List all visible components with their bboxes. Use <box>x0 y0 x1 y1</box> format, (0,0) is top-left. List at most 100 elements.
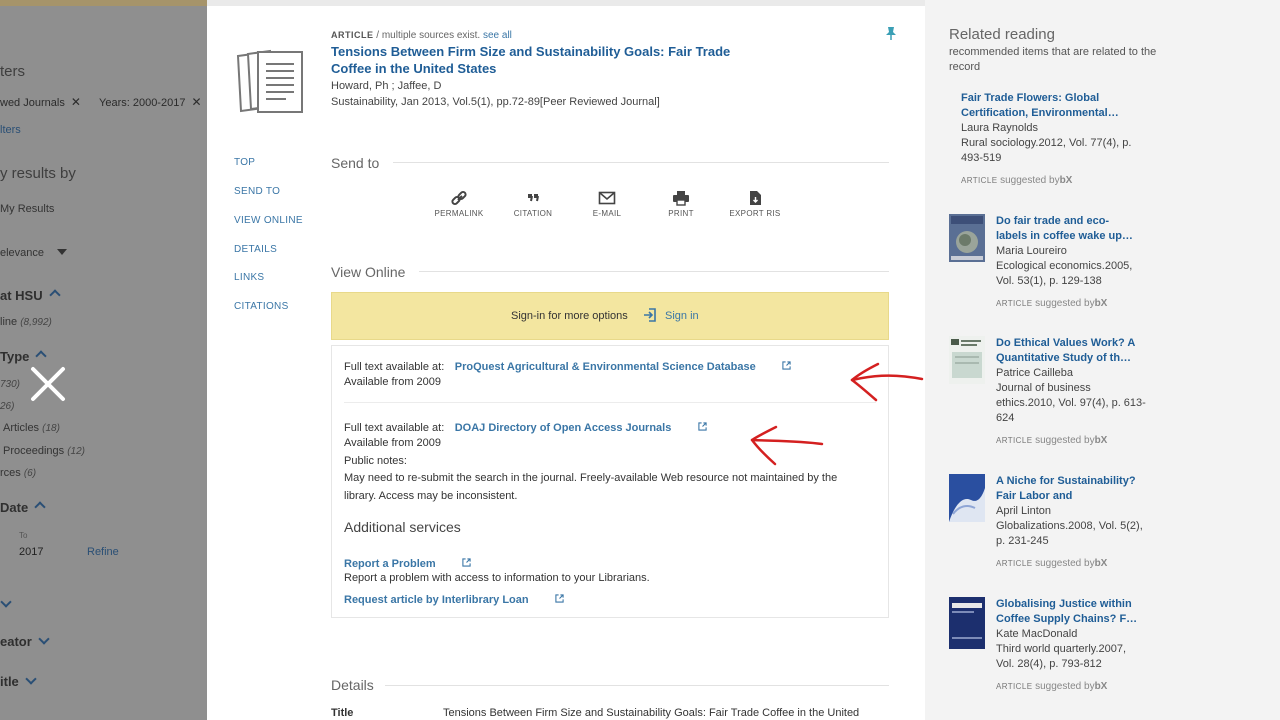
creator-facet-heading[interactable]: eator <box>0 633 50 649</box>
public-notes-label: Public notes: <box>344 455 407 467</box>
type-facet-item[interactable]: 730) <box>0 379 20 390</box>
email-action[interactable]: E-MAIL <box>577 190 637 218</box>
suggested-type: ARTICLE <box>996 299 1033 308</box>
bx-logo: bX <box>1094 435 1108 446</box>
print-action[interactable]: PRINT <box>651 190 711 218</box>
suggested-by-text: suggested by <box>1035 681 1095 692</box>
external-link-icon[interactable] <box>698 422 707 431</box>
facet-item-label: rces <box>0 467 21 479</box>
related-item-thumbnail[interactable] <box>949 336 985 384</box>
nav-details[interactable]: DETAILS <box>234 244 277 255</box>
chip-remove-icon[interactable]: ✕ <box>71 95 81 109</box>
action-label: CITATION <box>513 209 553 218</box>
related-item-thumbnail[interactable] <box>949 474 985 522</box>
record-title[interactable]: Tensions Between Firm Size and Sustainab… <box>331 43 751 77</box>
facet-count: 730) <box>0 379 21 390</box>
type-facet-item[interactable]: Proceedings (12) <box>3 445 85 457</box>
title-facet-heading[interactable]: itle <box>0 673 37 689</box>
interlibrary-loan-link[interactable]: Request article by Interlibrary Loan <box>344 594 529 606</box>
related-item[interactable]: A Niche for Sustainability? Fair Labor a… <box>996 474 1196 569</box>
chevron-up-icon <box>35 350 48 362</box>
related-item-source: Vol. 28(4), p. 793-812 <box>996 658 1102 670</box>
suggested-by-text: suggested by <box>1035 298 1095 309</box>
suggested-by-text: suggested by <box>1035 558 1095 569</box>
report-problem-description: Report a problem with access to informat… <box>344 572 650 584</box>
top-strip <box>0 0 207 6</box>
nav-citations[interactable]: CITATIONS <box>234 301 289 312</box>
related-item-source: Journal of business <box>996 382 1091 394</box>
export-ris-action[interactable]: EXPORT RIS <box>725 190 785 218</box>
type-facet-item[interactable]: Articles (18) <box>3 422 60 434</box>
filters-heading: ters <box>0 63 26 80</box>
close-icon[interactable] <box>28 364 68 404</box>
bx-logo: bX <box>1094 681 1108 692</box>
file-export-icon <box>750 191 761 205</box>
related-item-title: Fair Labor and <box>996 490 1073 502</box>
chevron-down-icon <box>25 673 37 685</box>
facet-count: (18) <box>42 423 60 434</box>
refine-button[interactable]: Refine <box>87 546 119 558</box>
action-label: PERMALINK <box>434 209 484 218</box>
related-item-thumbnail[interactable] <box>949 214 985 262</box>
permalink-action[interactable]: PERMALINK <box>429 190 489 218</box>
action-label: EXPORT RIS <box>729 209 781 218</box>
proquest-link[interactable]: ProQuest Agricultural & Environmental Sc… <box>455 361 756 373</box>
suggested-type: ARTICLE <box>996 559 1033 568</box>
pin-icon[interactable] <box>885 26 897 40</box>
clear-filters-link[interactable]: lters <box>0 124 21 136</box>
related-item-title: Fair Trade Flowers: Global <box>961 92 1100 104</box>
date-to-label: To <box>19 531 28 540</box>
bx-logo: bX <box>1094 298 1108 309</box>
availability-facet-item[interactable]: line (8,992) <box>0 316 52 328</box>
external-link-icon[interactable] <box>782 361 791 370</box>
type-facet-item[interactable]: rces (6) <box>0 467 36 479</box>
chip-remove-icon[interactable]: ✕ <box>191 95 201 109</box>
related-item-thumbnail[interactable] <box>949 597 985 649</box>
external-link-icon[interactable] <box>555 594 564 603</box>
type-facet-item[interactable]: 26) <box>0 401 14 412</box>
related-reading-panel: Related reading recommended items that a… <box>925 0 1280 720</box>
related-item-source: 493-519 <box>961 152 1002 164</box>
section-divider <box>385 685 889 686</box>
facet-label: Type <box>0 349 30 364</box>
nav-send-to[interactable]: SEND TO <box>234 186 280 197</box>
suggested-by-text: suggested by <box>1000 175 1060 186</box>
related-item-title: Do Ethical Values Work? A <box>996 337 1136 349</box>
related-item-author: Kate MacDonald <box>996 628 1078 640</box>
nav-top[interactable]: TOP <box>234 157 255 168</box>
related-item[interactable]: Do Ethical Values Work? A Quantitative S… <box>996 336 1196 446</box>
related-item[interactable]: Do fair trade and eco- labels in coffee … <box>996 214 1196 309</box>
related-item-source: p. 231-245 <box>996 535 1049 547</box>
related-item-title: Coffee Supply Chains? F… <box>996 613 1138 625</box>
sign-in-button[interactable]: Sign in <box>643 308 699 322</box>
facet-label: itle <box>0 674 19 689</box>
view-online-heading: View Online <box>331 264 406 280</box>
fulltext-prefix: Full text available at: <box>344 422 445 434</box>
related-item-title: A Niche for Sustainability? <box>996 475 1136 487</box>
related-item-author: Patrice Cailleba <box>996 367 1074 379</box>
date-facet-heading[interactable]: Date <box>0 500 46 515</box>
filter-chip-years[interactable]: Years: 2000-2017 ✕ <box>99 95 202 109</box>
my-results-link[interactable]: My Results <box>0 203 54 215</box>
availability-facet-heading[interactable]: at HSU <box>0 288 61 303</box>
external-link-icon[interactable] <box>462 558 471 567</box>
suggested-by: ARTICLE suggested bybX <box>996 558 1196 569</box>
related-item-source: Third world quarterly.2007, <box>996 643 1127 655</box>
related-item[interactable]: Globalising Justice within Coffee Supply… <box>996 597 1196 692</box>
related-item-author: Laura Raynolds <box>961 122 1039 134</box>
nav-view-online[interactable]: VIEW ONLINE <box>234 215 303 226</box>
suggested-by: ARTICLE suggested bybX <box>961 175 1161 186</box>
type-facet-heading[interactable]: Type <box>0 349 48 364</box>
nav-links[interactable]: LINKS <box>234 272 264 283</box>
date-to-input[interactable]: 2017 <box>19 546 43 558</box>
doaj-link[interactable]: DOAJ Directory of Open Access Journals <box>455 422 672 434</box>
facet-toggle[interactable] <box>0 596 12 614</box>
related-item[interactable]: Fair Trade Flowers: Global Certification… <box>961 91 1161 186</box>
filter-chip-journals[interactable]: wed Journals ✕ <box>0 95 81 109</box>
related-item-source: 624 <box>996 412 1015 424</box>
sort-dropdown[interactable]: elevance <box>0 247 68 259</box>
see-all-link[interactable]: see all <box>483 30 512 41</box>
related-item-source: Ecological economics.2005, <box>996 260 1133 272</box>
suggested-by: ARTICLE suggested bybX <box>996 681 1196 692</box>
citation-action[interactable]: CITATION <box>503 190 563 218</box>
